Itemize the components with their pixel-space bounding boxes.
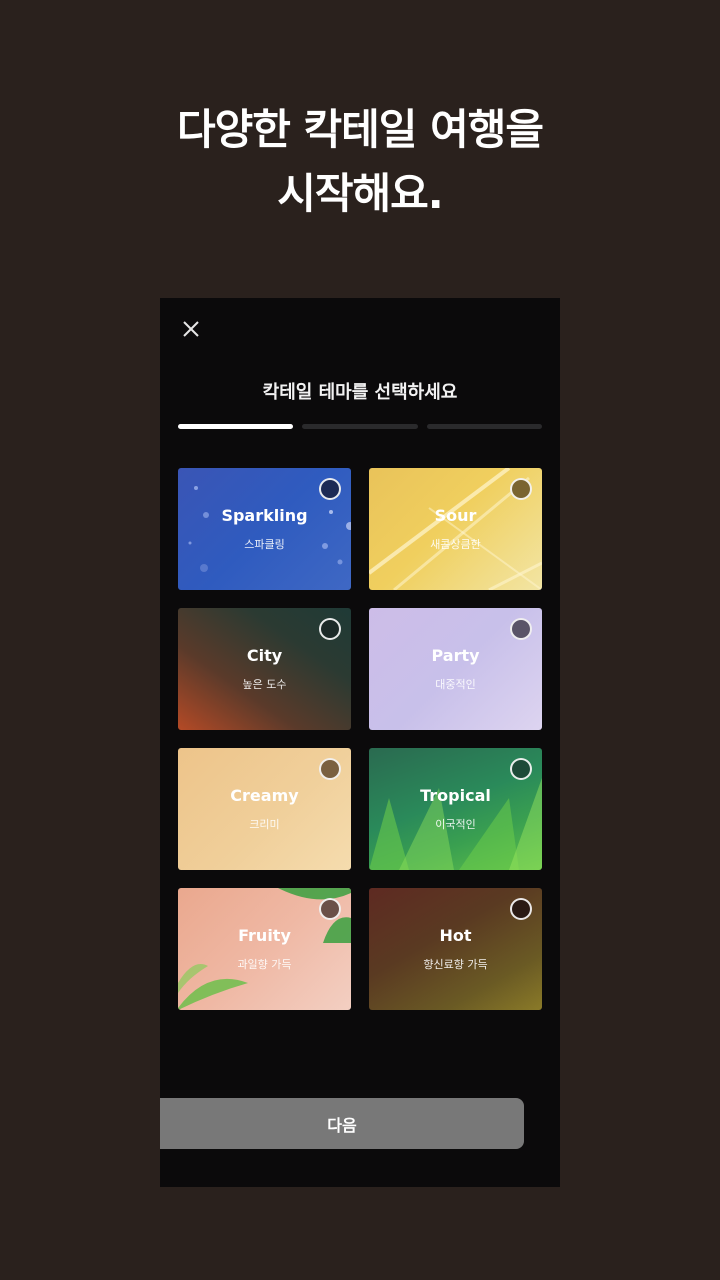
theme-radio[interactable] [510,618,532,640]
theme-card-hot[interactable]: Hot 향신료향 가득 [369,888,542,1010]
headline-line-1: 다양한 칵테일 여행을 [176,105,544,154]
theme-card-fruity[interactable]: Fruity 과일향 가득 [178,888,351,1010]
theme-card-city[interactable]: City 높은 도수 [178,608,351,730]
theme-name: Fruity [238,926,291,945]
theme-subtitle: 대중적인 [435,678,476,691]
theme-name: City [246,646,283,665]
theme-card-tropical[interactable]: Tropical 이국적인 [369,748,542,870]
theme-name: Hot [439,926,472,945]
theme-subtitle: 크리미 [249,818,280,831]
theme-card-sour[interactable]: Sour 새콤상큼한 [369,468,542,590]
theme-subtitle: 이국적인 [435,818,476,831]
close-button[interactable] [178,316,204,342]
headline: 다양한 칵테일 여행을 시작해요. [0,98,720,226]
step-progress [178,424,542,430]
next-button[interactable]: 다음 [160,1098,524,1149]
theme-subtitle: 높은 도수 [242,678,287,691]
theme-subtitle: 과일향 가득 [237,958,292,971]
close-icon [178,316,204,342]
headline-line-2: 시작해요. [277,169,444,218]
theme-subtitle: 스파클링 [244,538,285,551]
theme-name: Creamy [230,786,299,805]
theme-card-party[interactable]: Party 대중적인 [369,608,542,730]
theme-radio[interactable] [319,618,341,640]
theme-radio[interactable] [510,758,532,780]
modal-title: 칵테일 테마를 선택하세요 [262,382,458,403]
theme-subtitle: 새콤상큼한 [430,538,481,551]
theme-subtitle: 향신료향 가득 [423,958,488,971]
theme-name: Party [431,646,480,665]
theme-radio[interactable] [319,758,341,780]
theme-radio[interactable] [510,898,532,920]
theme-radio[interactable] [319,478,341,500]
theme-name: Tropical [420,786,491,805]
theme-radio[interactable] [319,898,341,920]
theme-card-creamy[interactable]: Creamy 크리미 [178,748,351,870]
theme-radio[interactable] [510,478,532,500]
theme-select-screen: 칵테일 테마를 선택하세요 Sparkling 스파클링 Sour 새콤상큼한 … [160,298,560,1187]
progress-step-2 [302,424,418,429]
theme-name: Sour [434,506,477,525]
theme-card-sparkling[interactable]: Sparkling 스파클링 [178,468,351,590]
progress-step-3 [426,424,542,429]
progress-step-1 [178,424,294,429]
theme-grid: Sparkling 스파클링 Sour 새콤상큼한 City 높은 도수 Par… [178,468,542,1010]
theme-name: Sparkling [221,506,308,525]
